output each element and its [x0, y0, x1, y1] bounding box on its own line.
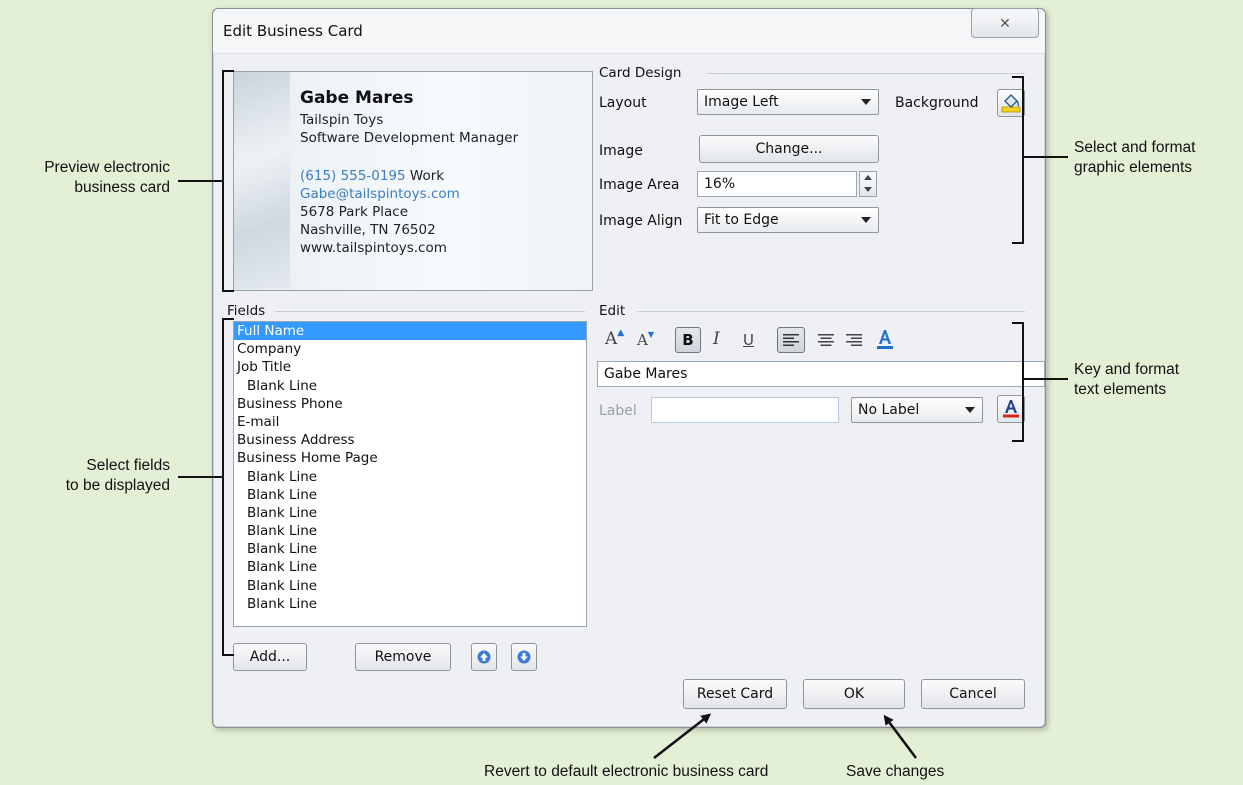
annotation-revert: Revert to default electronic business ca…: [484, 763, 769, 780]
revert-arrow: [653, 713, 712, 759]
annotation-save: Save changes: [846, 763, 945, 780]
save-arrow: [883, 714, 917, 759]
annotation-arrows: [653, 713, 917, 759]
